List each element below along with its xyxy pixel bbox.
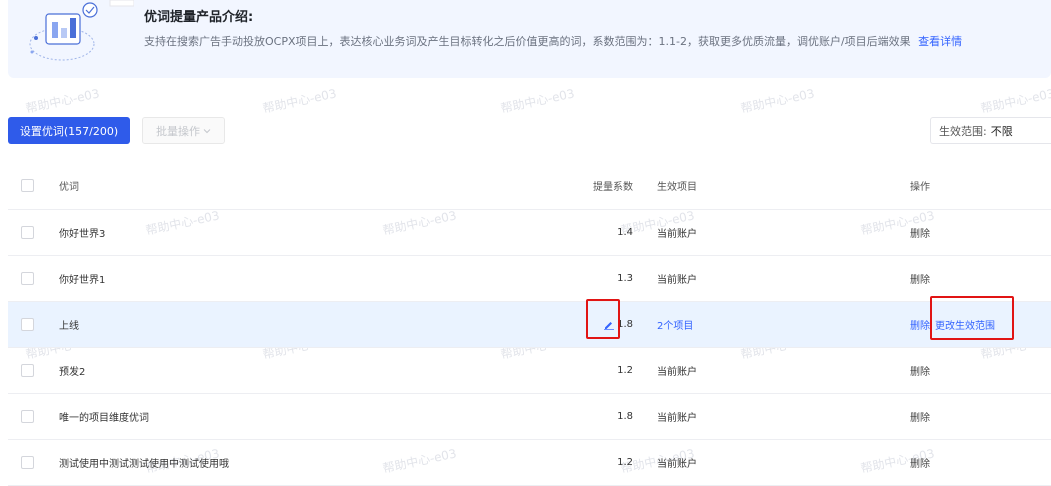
factor-cell: 1.8 — [568, 302, 633, 347]
word-cell: 你好世界1 — [59, 275, 106, 286]
word-cell: 唯一的项目维度优词 — [59, 413, 149, 424]
edit-pencil-icon[interactable] — [604, 320, 615, 330]
table-row: 你好世界1 1.3 当前账户 删除 — [8, 256, 1051, 302]
delete-link[interactable]: 删除 — [910, 271, 930, 286]
select-all-checkbox[interactable] — [21, 179, 34, 192]
watermark: 帮助中心-e03 — [739, 86, 816, 116]
scope-filter-label: 生效范围: — [939, 124, 987, 138]
table-row-hovered: 上线 1.8 2个项目 删除 更改生效范围 — [8, 302, 1051, 348]
table-row: 唯一的项目维度优词 1.8 当前账户 删除 — [8, 394, 1051, 440]
factor-cell: 1.2 — [617, 365, 633, 376]
scope-filter-value: 不限 — [990, 124, 1013, 138]
delete-link[interactable]: 删除 — [910, 409, 930, 424]
table-header: 优词 提量系数 生效项目 操作 — [8, 162, 1051, 210]
table-row: 预发2 1.2 当前账户 删除 — [8, 348, 1051, 394]
table-row: 测试使用中测试测试使用中测试使用哦 1.2 当前账户 删除 — [8, 440, 1051, 486]
delete-link[interactable]: 删除 — [910, 317, 930, 332]
intro-banner: 优词提量产品介绍: 支持在搜索广告手动投放OCPX项目上，表达核心业务词及产生目… — [8, 0, 1051, 78]
watermark: 帮助中心-e03 — [24, 86, 101, 116]
preferred-words-table: 优词 提量系数 生效项目 操作 你好世界3 1.4 当前账户 删除 你好世界1 … — [8, 162, 1051, 486]
header-word: 优词 — [59, 182, 79, 193]
row-checkbox[interactable] — [21, 318, 34, 331]
table-row: 你好世界3 1.4 当前账户 删除 — [8, 210, 1051, 256]
chevron-down-icon — [203, 128, 211, 133]
row-checkbox[interactable] — [21, 410, 34, 423]
row-checkbox[interactable] — [21, 272, 34, 285]
factor-cell: 1.8 — [617, 411, 633, 422]
scope-filter[interactable]: 生效范围: 不限 — [930, 117, 1051, 144]
word-cell: 你好世界3 — [59, 229, 106, 240]
delete-link[interactable]: 删除 — [910, 455, 930, 470]
scope-cell: 当前账户 — [657, 275, 697, 286]
batch-operation-button[interactable]: 批量操作 — [142, 117, 225, 144]
row-checkbox[interactable] — [21, 226, 34, 239]
scope-projects-link[interactable]: 2个项目 — [657, 317, 693, 332]
scope-cell: 当前账户 — [657, 413, 697, 424]
row-checkbox[interactable] — [21, 456, 34, 469]
header-scope: 生效项目 — [657, 182, 697, 193]
word-cell: 上线 — [59, 321, 79, 332]
factor-cell: 1.3 — [617, 273, 633, 284]
header-factor: 提量系数 — [593, 182, 633, 193]
modify-scope-link[interactable]: 更改生效范围 — [935, 317, 995, 332]
delete-link[interactable]: 删除 — [910, 363, 930, 378]
scope-cell: 当前账户 — [657, 367, 697, 378]
word-cell: 测试使用中测试测试使用中测试使用哦 — [59, 459, 229, 470]
batch-operation-label: 批量操作 — [156, 124, 200, 138]
watermark: 帮助中心-e03 — [499, 86, 576, 116]
watermark: 帮助中心-e03 — [979, 86, 1051, 116]
scope-cell: 当前账户 — [657, 459, 697, 470]
watermark: 帮助中心-e03 — [261, 86, 338, 116]
banner-title: 优词提量产品介绍: — [144, 10, 254, 25]
banner-description-text: 支持在搜索广告手动投放OCPX项目上，表达核心业务词及产生目标转化之后价值更高的… — [144, 35, 911, 48]
set-preferred-words-button[interactable]: 设置优词(157/200) — [8, 117, 130, 144]
factor-value: 1.8 — [617, 319, 633, 330]
factor-cell: 1.2 — [617, 457, 633, 468]
banner-illustration-icon — [29, 0, 134, 61]
scope-cell: 当前账户 — [657, 229, 697, 240]
view-details-link[interactable]: 查看详情 — [918, 35, 962, 48]
row-checkbox[interactable] — [21, 364, 34, 377]
banner-description: 支持在搜索广告手动投放OCPX项目上，表达核心业务词及产生目标转化之后价值更高的… — [144, 33, 962, 49]
word-cell: 预发2 — [59, 367, 86, 378]
delete-link[interactable]: 删除 — [910, 225, 930, 240]
header-actions: 操作 — [910, 182, 930, 193]
factor-cell: 1.4 — [617, 227, 633, 238]
